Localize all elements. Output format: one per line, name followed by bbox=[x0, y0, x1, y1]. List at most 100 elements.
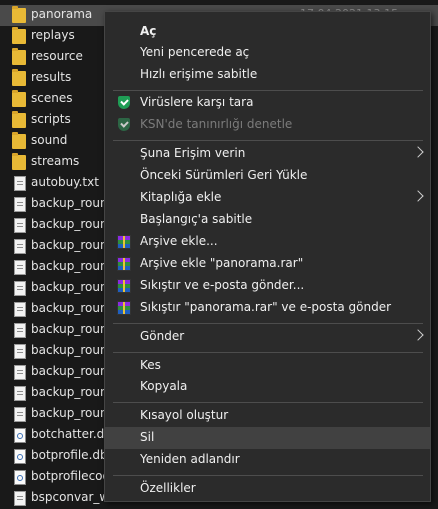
menu-item-add-archive[interactable]: Arşive ekle... bbox=[105, 231, 430, 253]
menu-item-label: Başlangıç'a sabitle bbox=[140, 212, 253, 226]
winrar-icon bbox=[117, 235, 131, 249]
file-name: botprofilecoo bbox=[31, 469, 110, 483]
menu-item-label: Sıkıştır ve e-posta gönder... bbox=[140, 278, 305, 292]
menu-item-send-to[interactable]: Gönder bbox=[105, 326, 430, 348]
file-name: autobuy.txt bbox=[31, 175, 99, 189]
file-name: botprofile.db bbox=[31, 448, 108, 462]
menu-item-scan-virus[interactable]: Virüslere karşı tara bbox=[105, 92, 430, 114]
document-icon bbox=[14, 323, 26, 338]
menu-item-delete[interactable]: Sil bbox=[105, 427, 430, 449]
menu-item-give-access[interactable]: Şuna Erişim verin bbox=[105, 143, 430, 165]
menu-item-ksn-check: KSN'de tanınırlığı denetle bbox=[105, 114, 430, 136]
folder-icon bbox=[12, 6, 26, 23]
menu-item-label: Gönder bbox=[140, 329, 185, 343]
document-icon bbox=[14, 260, 26, 275]
folder-icon bbox=[12, 111, 26, 128]
file-name: results bbox=[31, 70, 72, 84]
file-name: backup_round bbox=[31, 343, 116, 357]
menu-item-label: Arşive ekle... bbox=[140, 234, 218, 248]
file-name: backup_round bbox=[31, 280, 116, 294]
menu-item-label: Sil bbox=[140, 430, 155, 444]
document-icon bbox=[14, 302, 26, 317]
menu-separator bbox=[113, 475, 423, 476]
menu-item-label: Yeniden adlandır bbox=[140, 452, 240, 466]
menu-item-label: Hızlı erişime sabitle bbox=[140, 67, 258, 81]
menu-separator bbox=[113, 140, 423, 141]
menu-separator bbox=[113, 90, 423, 91]
file-name: backup_round bbox=[31, 406, 116, 420]
file-name: resource bbox=[31, 49, 83, 63]
menu-item-add-library[interactable]: Kitaplığa ekle bbox=[105, 187, 430, 209]
database-file-icon bbox=[14, 470, 26, 485]
menu-item-label: Kitaplığa ekle bbox=[140, 190, 222, 204]
document-icon bbox=[14, 491, 26, 506]
file-name: backup_round bbox=[31, 259, 116, 273]
kaspersky-shield-icon bbox=[118, 96, 130, 109]
menu-item-label: Aç bbox=[140, 24, 157, 38]
file-name: scripts bbox=[31, 112, 71, 126]
menu-item-label: KSN'de tanınırlığı denetle bbox=[140, 117, 293, 131]
winrar-icon bbox=[117, 279, 131, 293]
file-name: backup_round bbox=[31, 301, 116, 315]
menu-item-label: Özellikler bbox=[140, 481, 196, 495]
menu-item-pin-quick-access[interactable]: Hızlı erişime sabitle bbox=[105, 64, 430, 86]
menu-item-open[interactable]: Aç bbox=[105, 21, 430, 43]
folder-icon bbox=[12, 48, 26, 65]
file-name: replays bbox=[31, 28, 75, 42]
menu-separator bbox=[113, 402, 423, 403]
menu-item-label: Kes bbox=[140, 358, 161, 372]
file-name: botchatter.db bbox=[31, 427, 112, 441]
file-name: sound bbox=[31, 133, 68, 147]
folder-icon bbox=[12, 90, 26, 107]
menu-item-compress-email[interactable]: Sıkıştır ve e-posta gönder... bbox=[105, 275, 430, 297]
menu-item-open-new-window[interactable]: Yeni pencerede aç bbox=[105, 42, 430, 64]
menu-separator bbox=[113, 323, 423, 324]
chevron-right-icon bbox=[412, 146, 424, 158]
chevron-right-icon bbox=[412, 329, 424, 341]
file-name: backup_round bbox=[31, 385, 116, 399]
file-name: backup_round bbox=[31, 364, 116, 378]
document-icon bbox=[14, 197, 26, 212]
chevron-right-icon bbox=[412, 190, 424, 202]
document-icon bbox=[14, 176, 26, 191]
document-icon bbox=[14, 407, 26, 422]
document-icon bbox=[14, 281, 26, 296]
document-icon bbox=[14, 239, 26, 254]
file-name: backup_round bbox=[31, 322, 116, 336]
menu-item-restore-versions[interactable]: Önceki Sürümleri Geri Yükle bbox=[105, 165, 430, 187]
menu-item-label: Virüslere karşı tara bbox=[140, 95, 254, 109]
file-name: scenes bbox=[31, 91, 73, 105]
winrar-icon bbox=[117, 257, 131, 271]
folder-icon bbox=[12, 27, 26, 44]
menu-item-label: Yeni pencerede aç bbox=[140, 45, 250, 59]
kaspersky-shield-icon bbox=[118, 118, 130, 131]
winrar-icon bbox=[117, 301, 131, 315]
menu-item-label: Kısayol oluştur bbox=[140, 408, 229, 422]
menu-item-label: Şuna Erişim verin bbox=[140, 146, 246, 160]
menu-item-label: Sıkıştır "panorama.rar" ve e-posta gönde… bbox=[140, 300, 392, 314]
menu-item-properties[interactable]: Özellikler bbox=[105, 478, 430, 500]
menu-item-add-archive-named[interactable]: Arşive ekle "panorama.rar" bbox=[105, 253, 430, 275]
folder-icon bbox=[12, 132, 26, 149]
file-name: backup_round bbox=[31, 238, 116, 252]
menu-item-create-shortcut[interactable]: Kısayol oluştur bbox=[105, 405, 430, 427]
menu-item-label: Arşive ekle "panorama.rar" bbox=[140, 256, 304, 270]
document-icon bbox=[14, 365, 26, 380]
folder-icon bbox=[12, 153, 26, 170]
menu-item-rename[interactable]: Yeniden adlandır bbox=[105, 449, 430, 471]
document-icon bbox=[14, 386, 26, 401]
file-name: streams bbox=[31, 154, 80, 168]
context-menu: Aç Yeni pencerede aç Hızlı erişime sabit… bbox=[104, 11, 431, 502]
file-name: backup_round bbox=[31, 196, 116, 210]
folder-icon bbox=[12, 69, 26, 86]
menu-item-compress-named-email[interactable]: Sıkıştır "panorama.rar" ve e-posta gönde… bbox=[105, 297, 430, 319]
file-name: backup_round bbox=[31, 217, 116, 231]
document-icon bbox=[14, 344, 26, 359]
menu-item-pin-start[interactable]: Başlangıç'a sabitle bbox=[105, 209, 430, 231]
menu-item-cut[interactable]: Kes bbox=[105, 355, 430, 377]
menu-item-label: Kopyala bbox=[140, 379, 188, 393]
menu-item-copy[interactable]: Kopyala bbox=[105, 376, 430, 398]
document-icon bbox=[14, 218, 26, 233]
database-file-icon bbox=[14, 428, 26, 443]
file-name: panorama bbox=[31, 7, 93, 21]
